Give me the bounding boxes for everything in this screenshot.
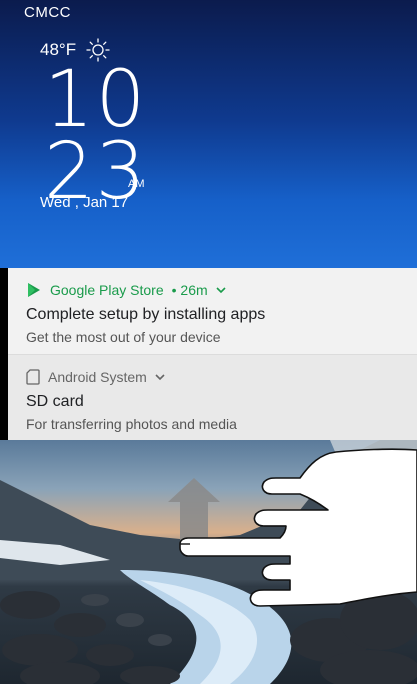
carrier-name: CMCC xyxy=(24,4,71,21)
notification-header: Google Play Store • 26m xyxy=(26,282,226,298)
clock-hours: 10 xyxy=(44,55,148,145)
notification-android-system[interactable]: Android System SD card For transferring … xyxy=(8,355,417,440)
clock-ampm: AM xyxy=(128,178,145,190)
notification-play-store[interactable]: Google Play Store • 26m Complete setup b… xyxy=(8,268,417,355)
notification-body: Get the most out of your device xyxy=(26,329,221,345)
notification-title: SD card xyxy=(26,393,84,410)
notification-app-name: Android System xyxy=(48,369,147,385)
sd-card-icon xyxy=(26,369,40,385)
date-label: Wed , Jan 17 xyxy=(40,194,129,211)
notification-app-name: Google Play Store xyxy=(50,282,164,298)
swipe-up-hand-icon xyxy=(168,448,417,607)
notification-body: For transferring photos and media xyxy=(26,416,237,432)
play-store-icon xyxy=(28,283,40,297)
notification-header: Android System xyxy=(26,369,165,385)
notification-time: • 26m xyxy=(171,282,208,298)
chevron-down-icon[interactable] xyxy=(155,372,165,382)
notification-title: Complete setup by installing apps xyxy=(26,306,266,323)
chevron-down-icon[interactable] xyxy=(216,285,226,295)
